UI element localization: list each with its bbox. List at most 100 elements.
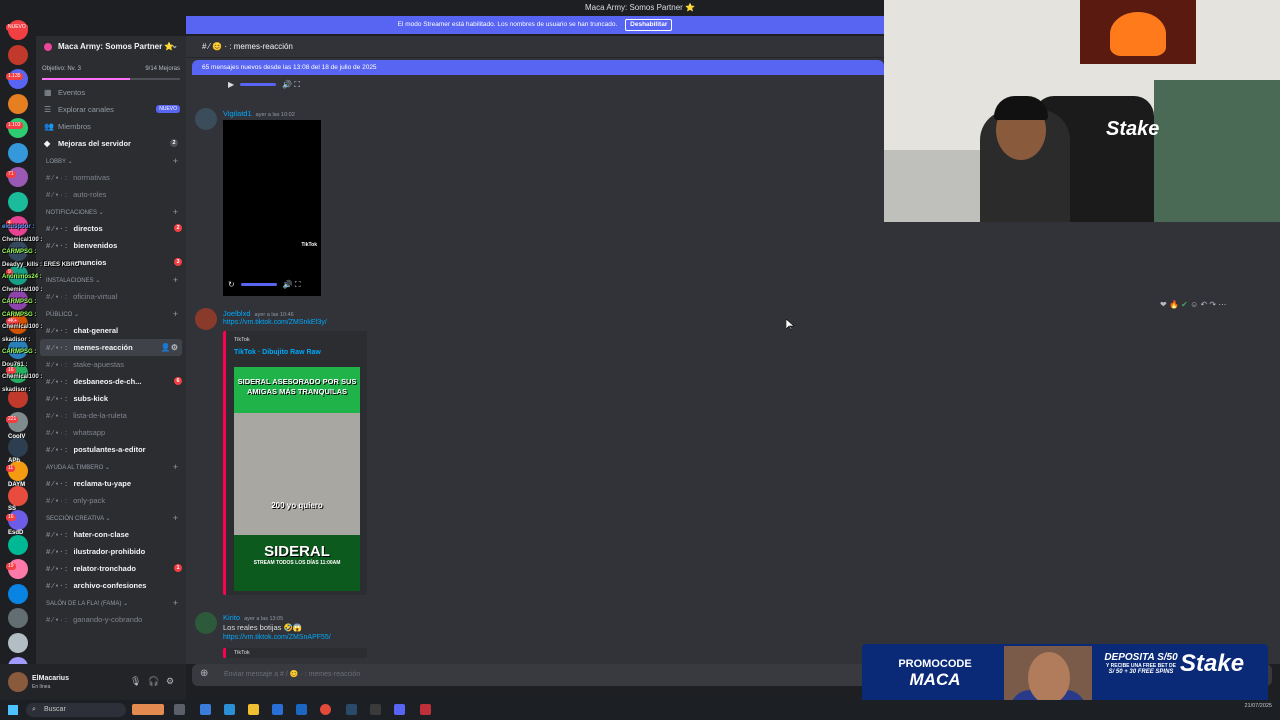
server-label[interactable]: APh	[8, 458, 20, 464]
more-icon[interactable]: ⋯	[1218, 300, 1226, 309]
server-icon[interactable]	[8, 485, 28, 506]
channel-ilustrador-prohibido[interactable]: # ⁄ ▪ · : ilustrador-prohibido	[36, 543, 186, 560]
sidebar-item-mejoras-del-servidor[interactable]: ◆ Mejoras del servidor 2	[36, 135, 186, 152]
message-link[interactable]: https://vm.tiktok.com/ZMSnkEf3y/	[223, 319, 327, 326]
message-author[interactable]: Vigilatd1 ayer a las 10:02	[223, 109, 295, 118]
plus-icon[interactable]: +	[173, 271, 178, 289]
add-reaction-icon[interactable]: ☺	[1190, 300, 1198, 309]
channel-anuncios[interactable]: # ⁄ ▪ · : anuncios 3	[36, 254, 186, 271]
server-icon[interactable]	[8, 93, 28, 114]
channel-ganando-y-cobrando[interactable]: # ⁄ ▪ · : ganando-y-cobrando	[36, 611, 186, 628]
avatar[interactable]	[195, 612, 217, 634]
server-label[interactable]: SS	[8, 506, 16, 512]
message-link[interactable]: https://vm.tiktok.com/ZMSnAPF55/	[223, 634, 331, 641]
server-icon[interactable]	[8, 289, 28, 310]
message-author[interactable]: Joelblxd ayer a las 10:46	[223, 309, 294, 318]
copilot-icon[interactable]	[200, 704, 211, 715]
user-avatar[interactable]	[8, 672, 28, 692]
channel-directos[interactable]: # ⁄ ▪ · : directos 2	[36, 220, 186, 237]
server-icon[interactable]	[8, 142, 28, 163]
embed-title[interactable]: TikTok · Dibujito Raw Raw	[234, 349, 321, 356]
channel-relator-tronchado[interactable]: # ⁄ ▪ · : relator-tronchado 1	[36, 560, 186, 577]
server-icon[interactable]	[8, 632, 28, 653]
channel-stake-apuestas[interactable]: # ⁄ ▪ · : stake-apuestas	[36, 356, 186, 373]
volume-icon[interactable]: 🔊	[282, 80, 292, 89]
channel-chat-general[interactable]: # ⁄ ▪ · : chat-general	[36, 322, 186, 339]
sidebar-item-explorar-canales[interactable]: ☰ Explorar canales NUEVO	[36, 101, 186, 118]
channel-oficina-virtual[interactable]: # ⁄ ▪ · : oficina-virtual	[36, 288, 186, 305]
app-icon[interactable]	[420, 704, 431, 715]
file-explorer-icon[interactable]	[248, 704, 259, 715]
channel-only-pack[interactable]: # ⁄ ▪ · : only-pack	[36, 492, 186, 509]
server-icon[interactable]	[8, 240, 28, 261]
channel-category[interactable]: LOBBY ⌄ +	[36, 152, 186, 169]
reaction-icon[interactable]: ❤	[1160, 300, 1167, 309]
plus-icon[interactable]: +	[173, 458, 178, 476]
reaction-icon[interactable]: 🔥	[1169, 300, 1179, 309]
headphones-icon[interactable]: 🎧	[148, 676, 159, 687]
channel-postulantes-a-editor[interactable]: # ⁄ ▪ · : postulantes-a-editor	[36, 441, 186, 458]
server-icon[interactable]	[8, 387, 28, 408]
obs-icon[interactable]	[370, 704, 381, 715]
sidebar-item-miembros[interactable]: 👥 Miembros	[36, 118, 186, 135]
video-progress[interactable]	[240, 83, 277, 87]
taskbar-search[interactable]: ⌕ Buscar	[26, 703, 126, 717]
volume-icon[interactable]: 🔊	[283, 280, 293, 289]
channel-lista-de-la-ruleta[interactable]: # ⁄ ▪ · : lista-de-la-ruleta	[36, 407, 186, 424]
disable-streamer-button[interactable]: Deshabilitar	[625, 19, 673, 31]
forward-icon[interactable]: ↷	[1209, 300, 1216, 309]
channel-settings-icon[interactable]: 👤⚙	[161, 339, 178, 356]
settings-gear-icon[interactable]: ⚙	[166, 676, 174, 687]
server-icon[interactable]	[8, 191, 28, 212]
avatar[interactable]	[195, 108, 217, 130]
sidebar-item-eventos[interactable]: ▦ Eventos	[36, 84, 186, 101]
channel-reclama-tu-yape[interactable]: # ⁄ ▪ · : reclama-tu-yape	[36, 475, 186, 492]
edge-icon[interactable]	[224, 704, 235, 715]
plus-icon[interactable]: +	[173, 152, 178, 170]
channel-auto-roles[interactable]: # ⁄ ▪ · : auto-roles	[36, 186, 186, 203]
channel-whatsapp[interactable]: # ⁄ ▪ · : whatsapp	[36, 424, 186, 441]
plus-icon[interactable]: +	[173, 509, 178, 527]
add-attachment-icon[interactable]: ⊕	[200, 668, 208, 679]
new-messages-bar[interactable]: 65 mensajes nuevos desde las 13:08 del 1…	[192, 60, 884, 75]
replay-icon[interactable]: ↻	[228, 280, 235, 289]
plus-icon[interactable]: +	[173, 305, 178, 323]
plus-icon[interactable]: +	[173, 203, 178, 221]
channel-memes-reacción[interactable]: # ⁄ ▪ · : memes-reacción 👤⚙	[40, 339, 182, 356]
windows-start-icon[interactable]	[8, 705, 18, 715]
embed-thumbnail[interactable]: SIDERAL ASESORADO POR SUS AMIGAS MÁS TRA…	[234, 367, 360, 591]
channel-desbaneos-de-ch[interactable]: # ⁄ ▪ · : desbaneos-de-ch... 6	[36, 373, 186, 390]
video-progress[interactable]	[240, 283, 277, 287]
play-icon[interactable]: ▶	[228, 80, 234, 89]
channel-category[interactable]: PÚBLICO ⌄ +	[36, 305, 186, 322]
fullscreen-icon[interactable]: ⛶	[295, 280, 301, 289]
channel-bienvenidos[interactable]: # ⁄ ▪ · : bienvenidos	[36, 237, 186, 254]
weather-widget[interactable]	[132, 704, 164, 715]
server-icon[interactable]	[8, 338, 28, 359]
chrome-icon[interactable]	[320, 704, 331, 715]
reply-icon[interactable]: ↶	[1200, 300, 1207, 309]
avatar[interactable]	[195, 308, 217, 330]
discord-icon[interactable]	[394, 704, 405, 715]
fullscreen-icon[interactable]: ⛶	[294, 80, 300, 89]
steam-icon[interactable]	[346, 704, 357, 715]
guild-header[interactable]: Maca Army: Somos Partner ⭐ ⌄	[36, 36, 186, 58]
plus-icon[interactable]: +	[173, 594, 178, 612]
video-attachment[interactable]: TikTok	[223, 120, 321, 296]
server-icon[interactable]	[8, 534, 28, 555]
outlook-icon[interactable]	[296, 704, 307, 715]
check-icon[interactable]: ✔	[1181, 300, 1188, 309]
store-icon[interactable]	[272, 704, 283, 715]
channel-archivo-confesiones[interactable]: # ⁄ ▪ · : archivo-confesiones	[36, 577, 186, 594]
server-label[interactable]: DAYM	[8, 482, 25, 488]
channel-category[interactable]: INSTALACIONES ⌄ +	[36, 271, 186, 288]
channel-category[interactable]: AYUDA AL TIMBERO ⌄ +	[36, 458, 186, 475]
server-icon[interactable]	[8, 44, 28, 65]
microphone-icon[interactable]: 🎙	[130, 676, 141, 687]
task-view-icon[interactable]	[174, 704, 185, 715]
channel-category[interactable]: SALÓN DE LA FLA! (FAMA) ⌄ +	[36, 594, 186, 611]
channel-category[interactable]: NOTIFICACIONES ⌄ +	[36, 203, 186, 220]
server-label[interactable]: EsdD	[8, 530, 23, 536]
server-icon[interactable]	[8, 608, 28, 628]
server-label[interactable]: CoolV	[8, 434, 25, 440]
